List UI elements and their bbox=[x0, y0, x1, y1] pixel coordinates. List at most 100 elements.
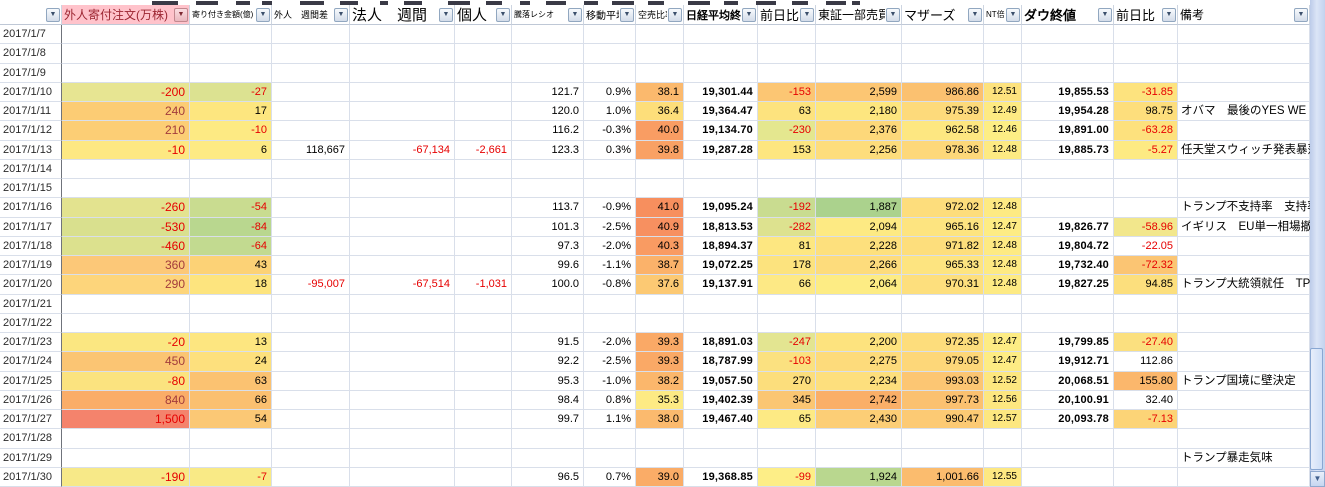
date-cell[interactable]: 2017/1/8 bbox=[0, 44, 62, 63]
cell-j[interactable]: 19,072.25 bbox=[684, 256, 758, 275]
cell-o[interactable]: 20,093.78 bbox=[1022, 410, 1114, 429]
cell-m[interactable] bbox=[902, 449, 984, 468]
cell-n[interactable]: 12.57 bbox=[984, 410, 1022, 429]
date-cell[interactable]: 2017/1/7 bbox=[0, 25, 62, 44]
cell-e[interactable] bbox=[350, 218, 455, 237]
cell-o[interactable]: 19,885.73 bbox=[1022, 141, 1114, 160]
cell-o[interactable] bbox=[1022, 198, 1114, 217]
cell-b[interactable]: -80 bbox=[62, 372, 190, 391]
cell-f[interactable] bbox=[455, 449, 512, 468]
cell-j[interactable]: 19,095.24 bbox=[684, 198, 758, 217]
cell-e[interactable] bbox=[350, 333, 455, 352]
cell-i[interactable]: 40.9 bbox=[636, 218, 684, 237]
cell-g[interactable]: 92.2 bbox=[512, 352, 584, 371]
date-cell[interactable]: 2017/1/18 bbox=[0, 237, 62, 256]
cell-o[interactable] bbox=[1022, 179, 1114, 198]
cell-b[interactable]: 360 bbox=[62, 256, 190, 275]
date-cell[interactable]: 2017/1/13 bbox=[0, 141, 62, 160]
cell-j[interactable] bbox=[684, 64, 758, 83]
cell-c[interactable]: 43 bbox=[190, 256, 272, 275]
cell-p[interactable]: 98.75 bbox=[1114, 102, 1178, 121]
cell-e[interactable] bbox=[350, 44, 455, 63]
cell-c[interactable] bbox=[190, 64, 272, 83]
cell-j[interactable]: 19,287.28 bbox=[684, 141, 758, 160]
cell-o[interactable] bbox=[1022, 468, 1114, 487]
cell-n[interactable] bbox=[984, 44, 1022, 63]
cell-q[interactable] bbox=[1178, 391, 1310, 410]
cell-g[interactable] bbox=[512, 295, 584, 314]
cell-f[interactable] bbox=[455, 25, 512, 44]
cell-b[interactable]: -460 bbox=[62, 237, 190, 256]
header-q[interactable]: 備考▼ bbox=[1178, 5, 1310, 25]
cell-k[interactable] bbox=[758, 295, 816, 314]
cell-g[interactable]: 98.4 bbox=[512, 391, 584, 410]
cell-k[interactable]: 153 bbox=[758, 141, 816, 160]
scroll-down-arrow-icon[interactable]: ▼ bbox=[1310, 471, 1325, 487]
cell-f[interactable] bbox=[455, 429, 512, 448]
cell-d[interactable] bbox=[272, 179, 350, 198]
cell-q[interactable]: 任天堂スウィッチ発表暴落 bbox=[1178, 141, 1310, 160]
cell-i[interactable]: 39.8 bbox=[636, 141, 684, 160]
date-cell[interactable]: 2017/1/21 bbox=[0, 295, 62, 314]
cell-g[interactable] bbox=[512, 25, 584, 44]
cell-b[interactable]: 840 bbox=[62, 391, 190, 410]
cell-p[interactable] bbox=[1114, 179, 1178, 198]
cell-d[interactable] bbox=[272, 121, 350, 140]
cell-m[interactable]: 970.31 bbox=[902, 275, 984, 294]
cell-g[interactable]: 95.3 bbox=[512, 372, 584, 391]
cell-b[interactable]: -260 bbox=[62, 198, 190, 217]
cell-l[interactable]: 1,887 bbox=[816, 198, 902, 217]
cell-l[interactable] bbox=[816, 64, 902, 83]
date-cell[interactable]: 2017/1/11 bbox=[0, 102, 62, 121]
cell-p[interactable]: 32.40 bbox=[1114, 391, 1178, 410]
cell-q[interactable] bbox=[1178, 64, 1310, 83]
cell-f[interactable] bbox=[455, 410, 512, 429]
cell-o[interactable] bbox=[1022, 314, 1114, 333]
cell-j[interactable]: 18,894.37 bbox=[684, 237, 758, 256]
cell-k[interactable]: -230 bbox=[758, 121, 816, 140]
cell-f[interactable] bbox=[455, 333, 512, 352]
cell-c[interactable]: -64 bbox=[190, 237, 272, 256]
cell-l[interactable]: 2,064 bbox=[816, 275, 902, 294]
date-cell[interactable]: 2017/1/24 bbox=[0, 352, 62, 371]
cell-h[interactable]: -2.5% bbox=[584, 352, 636, 371]
cell-l[interactable] bbox=[816, 449, 902, 468]
cell-k[interactable]: -192 bbox=[758, 198, 816, 217]
cell-d[interactable] bbox=[272, 449, 350, 468]
cell-g[interactable]: 100.0 bbox=[512, 275, 584, 294]
cell-k[interactable] bbox=[758, 429, 816, 448]
cell-h[interactable] bbox=[584, 160, 636, 179]
cell-p[interactable]: -63.28 bbox=[1114, 121, 1178, 140]
cell-l[interactable]: 2,094 bbox=[816, 218, 902, 237]
date-cell[interactable]: 2017/1/22 bbox=[0, 314, 62, 333]
filter-dropdown-icon[interactable]: ▼ bbox=[742, 8, 756, 22]
cell-f[interactable] bbox=[455, 198, 512, 217]
cell-f[interactable] bbox=[455, 83, 512, 102]
filter-dropdown-icon[interactable]: ▼ bbox=[568, 8, 582, 22]
cell-n[interactable]: 12.48 bbox=[984, 141, 1022, 160]
cell-b[interactable]: 450 bbox=[62, 352, 190, 371]
filter-dropdown-icon[interactable]: ▼ bbox=[1162, 8, 1176, 22]
cell-m[interactable] bbox=[902, 160, 984, 179]
header-c[interactable]: 寄り付き金額(億)▼ bbox=[190, 5, 272, 25]
cell-o[interactable]: 19,827.25 bbox=[1022, 275, 1114, 294]
filter-dropdown-icon[interactable]: ▼ bbox=[496, 8, 510, 22]
cell-h[interactable]: -2.5% bbox=[584, 218, 636, 237]
cell-o[interactable]: 19,826.77 bbox=[1022, 218, 1114, 237]
cell-i[interactable]: 38.1 bbox=[636, 83, 684, 102]
cell-g[interactable] bbox=[512, 449, 584, 468]
cell-c[interactable]: -27 bbox=[190, 83, 272, 102]
cell-o[interactable] bbox=[1022, 295, 1114, 314]
cell-l[interactable] bbox=[816, 179, 902, 198]
cell-h[interactable]: 1.0% bbox=[584, 102, 636, 121]
cell-h[interactable]: -1.1% bbox=[584, 256, 636, 275]
cell-d[interactable] bbox=[272, 314, 350, 333]
cell-i[interactable]: 38.0 bbox=[636, 410, 684, 429]
cell-p[interactable]: -27.40 bbox=[1114, 333, 1178, 352]
header-l[interactable]: 東証一部売買▼ bbox=[816, 5, 902, 25]
cell-c[interactable]: -10 bbox=[190, 121, 272, 140]
cell-d[interactable] bbox=[272, 44, 350, 63]
cell-p[interactable] bbox=[1114, 160, 1178, 179]
cell-d[interactable] bbox=[272, 102, 350, 121]
cell-d[interactable] bbox=[272, 429, 350, 448]
